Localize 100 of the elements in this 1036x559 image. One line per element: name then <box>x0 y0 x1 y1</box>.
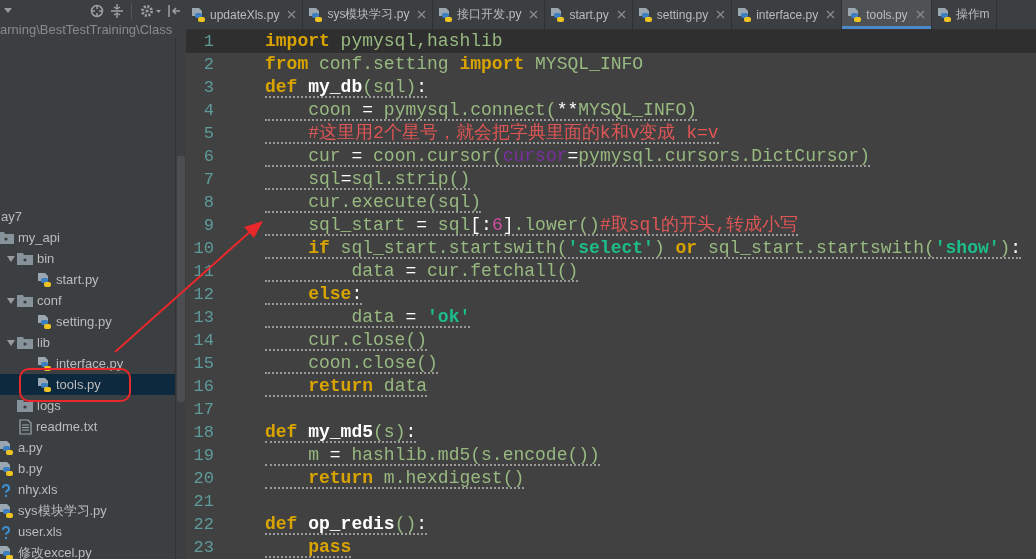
python-file-icon <box>549 6 566 23</box>
folder-icon <box>17 336 33 349</box>
code-line: cur.execute(sql) <box>265 192 482 213</box>
tree-row[interactable]: 修改excel.py <box>0 542 175 559</box>
code-line: pass <box>265 537 352 558</box>
python-file-icon <box>36 355 52 372</box>
code-line: sql=sql.strip() <box>265 169 471 190</box>
dropdown-caret-icon[interactable] <box>4 8 12 14</box>
tree-item-label[interactable]: b.py <box>18 461 43 476</box>
tree-row[interactable]: setting.py <box>0 311 175 332</box>
editor-tab[interactable]: 操作m <box>931 0 997 29</box>
code-line: coon.close() <box>265 353 438 374</box>
tree-item-label[interactable]: conf <box>37 293 62 308</box>
code-line: from conf.setting import MYSQL_INFO <box>265 54 644 75</box>
tree-row[interactable]: b.py <box>0 458 175 479</box>
python-file-icon <box>36 313 52 330</box>
python-file-icon <box>36 376 52 393</box>
close-icon[interactable] <box>616 10 626 19</box>
close-icon[interactable] <box>716 10 726 19</box>
tree-item-label[interactable]: a.py <box>18 440 43 455</box>
tree-item-label[interactable]: sys模块学习.py <box>18 501 107 520</box>
tree-item-label[interactable]: readme.txt <box>36 419 98 434</box>
tree-item-label[interactable]: my_api <box>18 230 60 245</box>
tree-item-label[interactable]: tools.py <box>56 377 101 392</box>
close-icon[interactable] <box>529 10 539 19</box>
editor-tab[interactable]: 接口开发.py <box>433 0 546 29</box>
crosshair-icon[interactable] <box>90 4 104 18</box>
tree-row[interactable]: user.xls <box>0 521 175 542</box>
code-line: sql_start = sql[:6].lower()#取sql的开头,转成小写 <box>265 215 798 236</box>
code-line: def my_db(sql): <box>265 77 428 98</box>
close-icon[interactable] <box>287 10 297 19</box>
tree-item-label[interactable]: 修改excel.py <box>18 543 92 559</box>
tree-row[interactable]: nhy.xls <box>0 479 175 500</box>
python-file-icon <box>935 6 952 23</box>
python-file-icon <box>190 6 206 23</box>
code-line: coon = pymysql.connect(**MYSQL_INFO) <box>265 100 698 121</box>
tree-item-label[interactable]: user.xls <box>18 524 63 539</box>
editor-tab[interactable]: start.py <box>545 0 633 29</box>
tree-item-label[interactable]: logs <box>37 398 61 413</box>
python-file-icon <box>0 502 14 519</box>
expand-arrow-icon[interactable] <box>5 253 17 264</box>
line-number: 9 <box>202 216 214 235</box>
tree-item-label[interactable]: lib <box>37 335 50 350</box>
folder-icon <box>17 252 33 265</box>
line-number: 12 <box>192 285 214 304</box>
editor-tab[interactable]: tools.py <box>842 0 932 29</box>
hide-panel-icon[interactable] <box>168 4 181 18</box>
tree-row[interactable]: interface.py <box>0 353 175 374</box>
python-file-icon <box>36 271 52 288</box>
code-line: m = hashlib.md5(s.encode()) <box>265 445 600 466</box>
expand-arrow-icon[interactable] <box>5 337 17 348</box>
code-line: data = 'ok' <box>265 307 471 328</box>
code-line: else: <box>265 284 363 305</box>
line-number: 10 <box>192 239 214 258</box>
folder-icon <box>17 294 33 307</box>
line-number: 4 <box>202 101 214 120</box>
tree-item-label[interactable]: setting.py <box>56 314 112 329</box>
close-icon[interactable] <box>417 10 427 19</box>
line-number: 20 <box>192 469 214 488</box>
scrollbar[interactable] <box>175 38 186 559</box>
tree-row[interactable]: tools.py <box>0 374 175 395</box>
line-number: 15 <box>192 354 214 373</box>
line-number: 2 <box>202 55 214 74</box>
tree-row[interactable]: a.py <box>0 437 175 458</box>
line-number: 16 <box>192 377 214 396</box>
code-line: def my_md5(s): <box>265 422 417 443</box>
code-line: def op_redis(): <box>265 514 428 535</box>
code-line: return m.hexdigest() <box>265 468 525 489</box>
gear-icon[interactable] <box>140 4 162 18</box>
code-line: import pymysql,hashlib <box>265 31 503 52</box>
line-number: 18 <box>192 423 214 442</box>
tree-row[interactable]: readme.txt <box>0 416 175 437</box>
line-number: 14 <box>192 331 214 350</box>
python-file-icon <box>437 6 454 23</box>
tree-item-label[interactable]: bin <box>37 251 55 266</box>
line-number: 23 <box>192 538 214 557</box>
python-file-icon <box>0 439 14 456</box>
close-icon[interactable] <box>915 10 925 19</box>
tree-item-label[interactable]: ay7 <box>1 209 22 224</box>
line-number: 5 <box>202 124 214 143</box>
code-line: cur = coon.cursor(cursor=pymysql.cursors.DictCursor) <box>265 146 870 167</box>
code-line: data = cur.fetchall() <box>265 261 579 282</box>
code-line: #这里用2个星号，就会把字典里面的k和v变成 k=v <box>265 123 719 144</box>
editor-tab[interactable]: sys模块学习.py <box>303 0 434 29</box>
line-number: 6 <box>202 147 214 166</box>
line-number: 19 <box>192 446 214 465</box>
close-icon[interactable] <box>826 10 836 19</box>
editor-tab[interactable]: setting.py <box>632 0 733 29</box>
python-file-icon <box>0 544 14 559</box>
line-number: 8 <box>202 193 214 212</box>
tree-item-label[interactable]: start.py <box>56 272 99 287</box>
line-number: 1 <box>202 32 214 51</box>
tree-item-label[interactable]: interface.py <box>56 356 124 371</box>
expand-arrow-icon[interactable] <box>5 295 17 306</box>
editor-tab[interactable]: updateXls.py <box>186 0 304 29</box>
python-file-icon <box>636 6 653 23</box>
tree-row[interactable]: start.py <box>0 269 175 290</box>
tree-row[interactable]: sys模块学习.py <box>0 500 175 521</box>
collapse-all-icon[interactable] <box>111 4 123 18</box>
tree-item-label[interactable]: nhy.xls <box>18 482 58 497</box>
